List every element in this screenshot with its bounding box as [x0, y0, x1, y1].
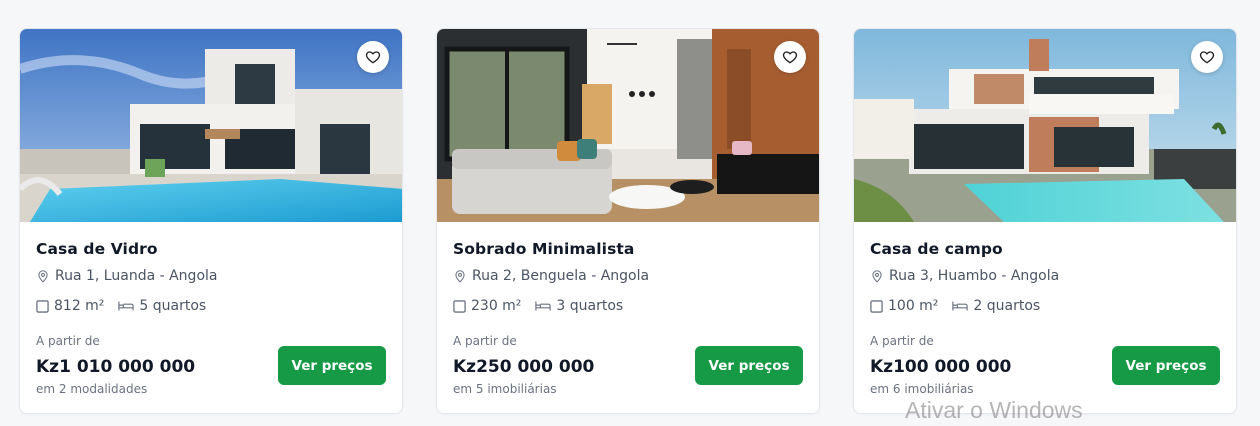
property-address: Rua 2, Benguela - Angola — [453, 268, 803, 284]
area-spec: 100 m² — [870, 298, 938, 314]
property-photo[interactable] — [437, 29, 819, 222]
heart-icon — [782, 51, 798, 64]
rooms-spec: 3 quartos — [535, 298, 623, 314]
view-prices-button[interactable]: Ver preços — [278, 346, 386, 385]
property-specs: 100 m² 2 quartos — [870, 298, 1220, 314]
property-specs: 812 m² 5 quartos — [36, 298, 386, 314]
property-title[interactable]: Casa de Vidro — [36, 240, 386, 258]
property-price: Kz1 010 000 000 — [36, 357, 196, 377]
rooms-spec: 5 quartos — [118, 298, 206, 314]
property-title[interactable]: Casa de campo — [870, 240, 1220, 258]
property-title[interactable]: Sobrado Minimalista — [453, 240, 803, 258]
property-specs: 230 m² 3 quartos — [453, 298, 803, 314]
card-body: Casa de Vidro Rua 1, Luanda - Angola 812… — [20, 222, 402, 413]
area-spec: 230 m² — [453, 298, 521, 314]
square-icon — [870, 299, 883, 313]
address-text: Rua 2, Benguela - Angola — [472, 268, 650, 284]
bed-icon — [535, 301, 552, 311]
price-subtext: em 5 imobiliárias — [453, 382, 557, 396]
view-prices-button[interactable]: Ver preços — [1112, 346, 1220, 385]
price-subtext: em 6 imobiliárias — [870, 382, 974, 396]
heart-icon — [1199, 51, 1215, 64]
price-subtext: em 2 modalidades — [36, 382, 148, 396]
property-address: Rua 1, Luanda - Angola — [36, 268, 386, 284]
price-from-label: A partir de — [453, 334, 517, 348]
interior-photo-illustration — [437, 29, 819, 222]
property-card[interactable]: Casa de campo Rua 3, Huambo - Angola 100… — [853, 28, 1237, 414]
square-icon — [453, 299, 466, 313]
address-text: Rua 3, Huambo - Angola — [889, 268, 1060, 284]
property-address: Rua 3, Huambo - Angola — [870, 268, 1220, 284]
map-pin-icon — [872, 270, 882, 283]
bed-icon — [118, 301, 135, 311]
card-body: Casa de campo Rua 3, Huambo - Angola 100… — [854, 222, 1236, 413]
price-from-label: A partir de — [36, 334, 100, 348]
rooms-text: 5 quartos — [139, 298, 207, 314]
area-text: 100 m² — [888, 298, 939, 314]
square-icon — [36, 299, 49, 313]
map-pin-icon — [38, 270, 48, 283]
property-photo[interactable] — [854, 29, 1236, 222]
area-text: 812 m² — [54, 298, 105, 314]
view-prices-button[interactable]: Ver preços — [695, 346, 803, 385]
favorite-button[interactable] — [1191, 41, 1223, 73]
area-spec: 812 m² — [36, 298, 104, 314]
property-card[interactable]: Sobrado Minimalista Rua 2, Benguela - An… — [436, 28, 820, 414]
rooms-text: 2 quartos — [973, 298, 1041, 314]
rooms-text: 3 quartos — [556, 298, 624, 314]
rooms-spec: 2 quartos — [952, 298, 1040, 314]
villa-photo-illustration — [20, 29, 402, 222]
favorite-button[interactable] — [357, 41, 389, 73]
bed-icon — [952, 301, 969, 311]
listing-grid: Casa de Vidro Rua 1, Luanda - Angola 812… — [19, 28, 1237, 414]
property-photo[interactable] — [20, 29, 402, 222]
card-body: Sobrado Minimalista Rua 2, Benguela - An… — [437, 222, 819, 413]
address-text: Rua 1, Luanda - Angola — [55, 268, 218, 284]
country-house-photo-illustration — [854, 29, 1236, 222]
favorite-button[interactable] — [774, 41, 806, 73]
property-price: Kz100 000 000 — [870, 357, 1012, 377]
windows-activation-watermark: Ativar o Windows — [905, 397, 1083, 423]
heart-icon — [365, 51, 381, 64]
area-text: 230 m² — [471, 298, 522, 314]
map-pin-icon — [455, 270, 465, 283]
price-from-label: A partir de — [870, 334, 934, 348]
property-card[interactable]: Casa de Vidro Rua 1, Luanda - Angola 812… — [19, 28, 403, 414]
property-price: Kz250 000 000 — [453, 357, 595, 377]
